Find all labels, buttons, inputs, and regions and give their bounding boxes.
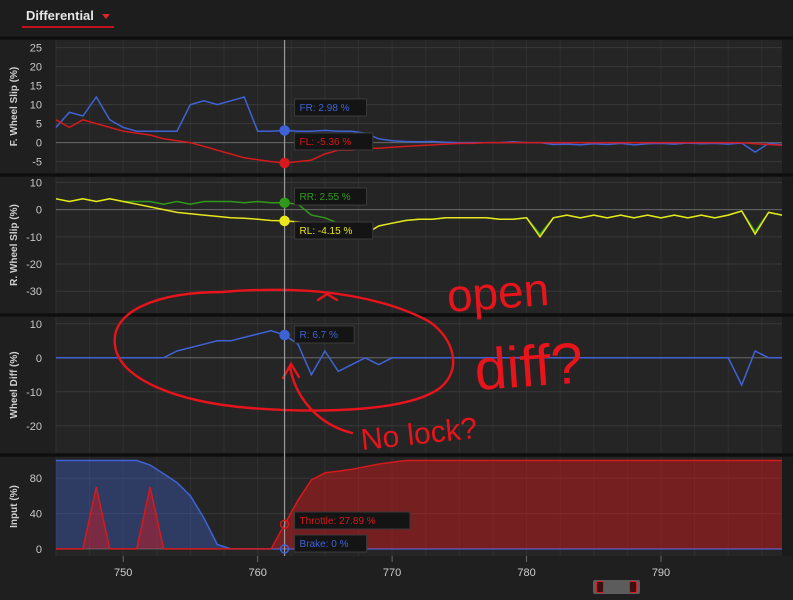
y-tick-label: 10 <box>30 177 42 189</box>
y-tick-label: 0 <box>36 138 42 150</box>
plot-area <box>56 177 782 313</box>
cursor-point-rl <box>279 215 290 227</box>
y-tick-label: -5 <box>32 157 42 169</box>
telemetry-charts[interactable]: -5 0 5 10 15 20 25 F. Wheel Slip (%) -30 -20 -10 0 1… <box>0 0 793 600</box>
y-tick-label: 25 <box>30 43 42 55</box>
y-axis-label: Wheel Diff (%) <box>9 351 20 418</box>
y-tick-label: -20 <box>26 421 42 433</box>
y-tick-label: 10 <box>30 100 42 112</box>
y-axis-label: F. Wheel Slip (%) <box>9 67 20 146</box>
tooltip-text-rr: RR: 2.55 % <box>300 192 351 203</box>
scrollbar-thumb[interactable] <box>593 580 640 594</box>
x-tick-label: 790 <box>652 567 670 579</box>
chart-panel-2: -30 -20 -10 0 10 R. Wheel Slip (%) <box>0 173 793 313</box>
y-tick-label: -10 <box>26 232 42 244</box>
y-tick-label: -20 <box>26 259 42 271</box>
scrollbar-handle-left[interactable] <box>596 581 604 593</box>
tooltip-text-r: R: 6.7 % <box>300 330 338 341</box>
y-axis-label: Input (%) <box>9 485 20 528</box>
tooltip-text-fl: FL: -5.36 % <box>300 137 352 148</box>
tooltip-text-brake: Brake: 0 % <box>300 539 349 550</box>
plot-area <box>56 40 782 173</box>
y-tick-label: 10 <box>30 319 42 331</box>
cursor-point-r <box>279 329 290 341</box>
y-tick-label: 0 <box>36 544 42 556</box>
y-tick-label: 0 <box>36 353 42 365</box>
y-tick-label: -30 <box>26 286 42 298</box>
y-tick-label: 5 <box>36 119 42 131</box>
chart-panel-1: -5 0 5 10 15 20 25 F. Wheel Slip (%) <box>0 36 793 173</box>
y-axis-label: R. Wheel Slip (%) <box>9 204 20 286</box>
cursor-point-fl <box>279 157 290 169</box>
x-tick-label: 760 <box>248 567 266 579</box>
x-tick-label: 780 <box>517 567 535 579</box>
y-tick-label: 0 <box>36 205 42 217</box>
y-tick-label: 15 <box>30 81 42 93</box>
cursor-point-rr <box>279 197 290 208</box>
y-tick-label: -10 <box>26 387 42 399</box>
tooltip-text-throttle: Throttle: 27.89 % <box>300 516 376 527</box>
annotation-text-diff: diff? <box>472 331 585 403</box>
x-tick-label: 750 <box>114 567 132 579</box>
cursor-point-fr <box>279 125 290 136</box>
annotation-text-open: open <box>445 263 551 322</box>
scrollbar-handle-right[interactable] <box>629 581 637 593</box>
tooltip-text-rl: RL: -4.15 % <box>300 226 353 237</box>
x-tick-label: 770 <box>383 567 401 579</box>
y-tick-label: 20 <box>30 62 42 74</box>
y-tick-label: 80 <box>30 473 42 485</box>
tooltip-text-fr: FR: 2.98 % <box>300 103 350 114</box>
y-tick-label: 40 <box>30 509 42 521</box>
chart-panel-4: 0 40 80 Input (%) <box>0 453 793 556</box>
